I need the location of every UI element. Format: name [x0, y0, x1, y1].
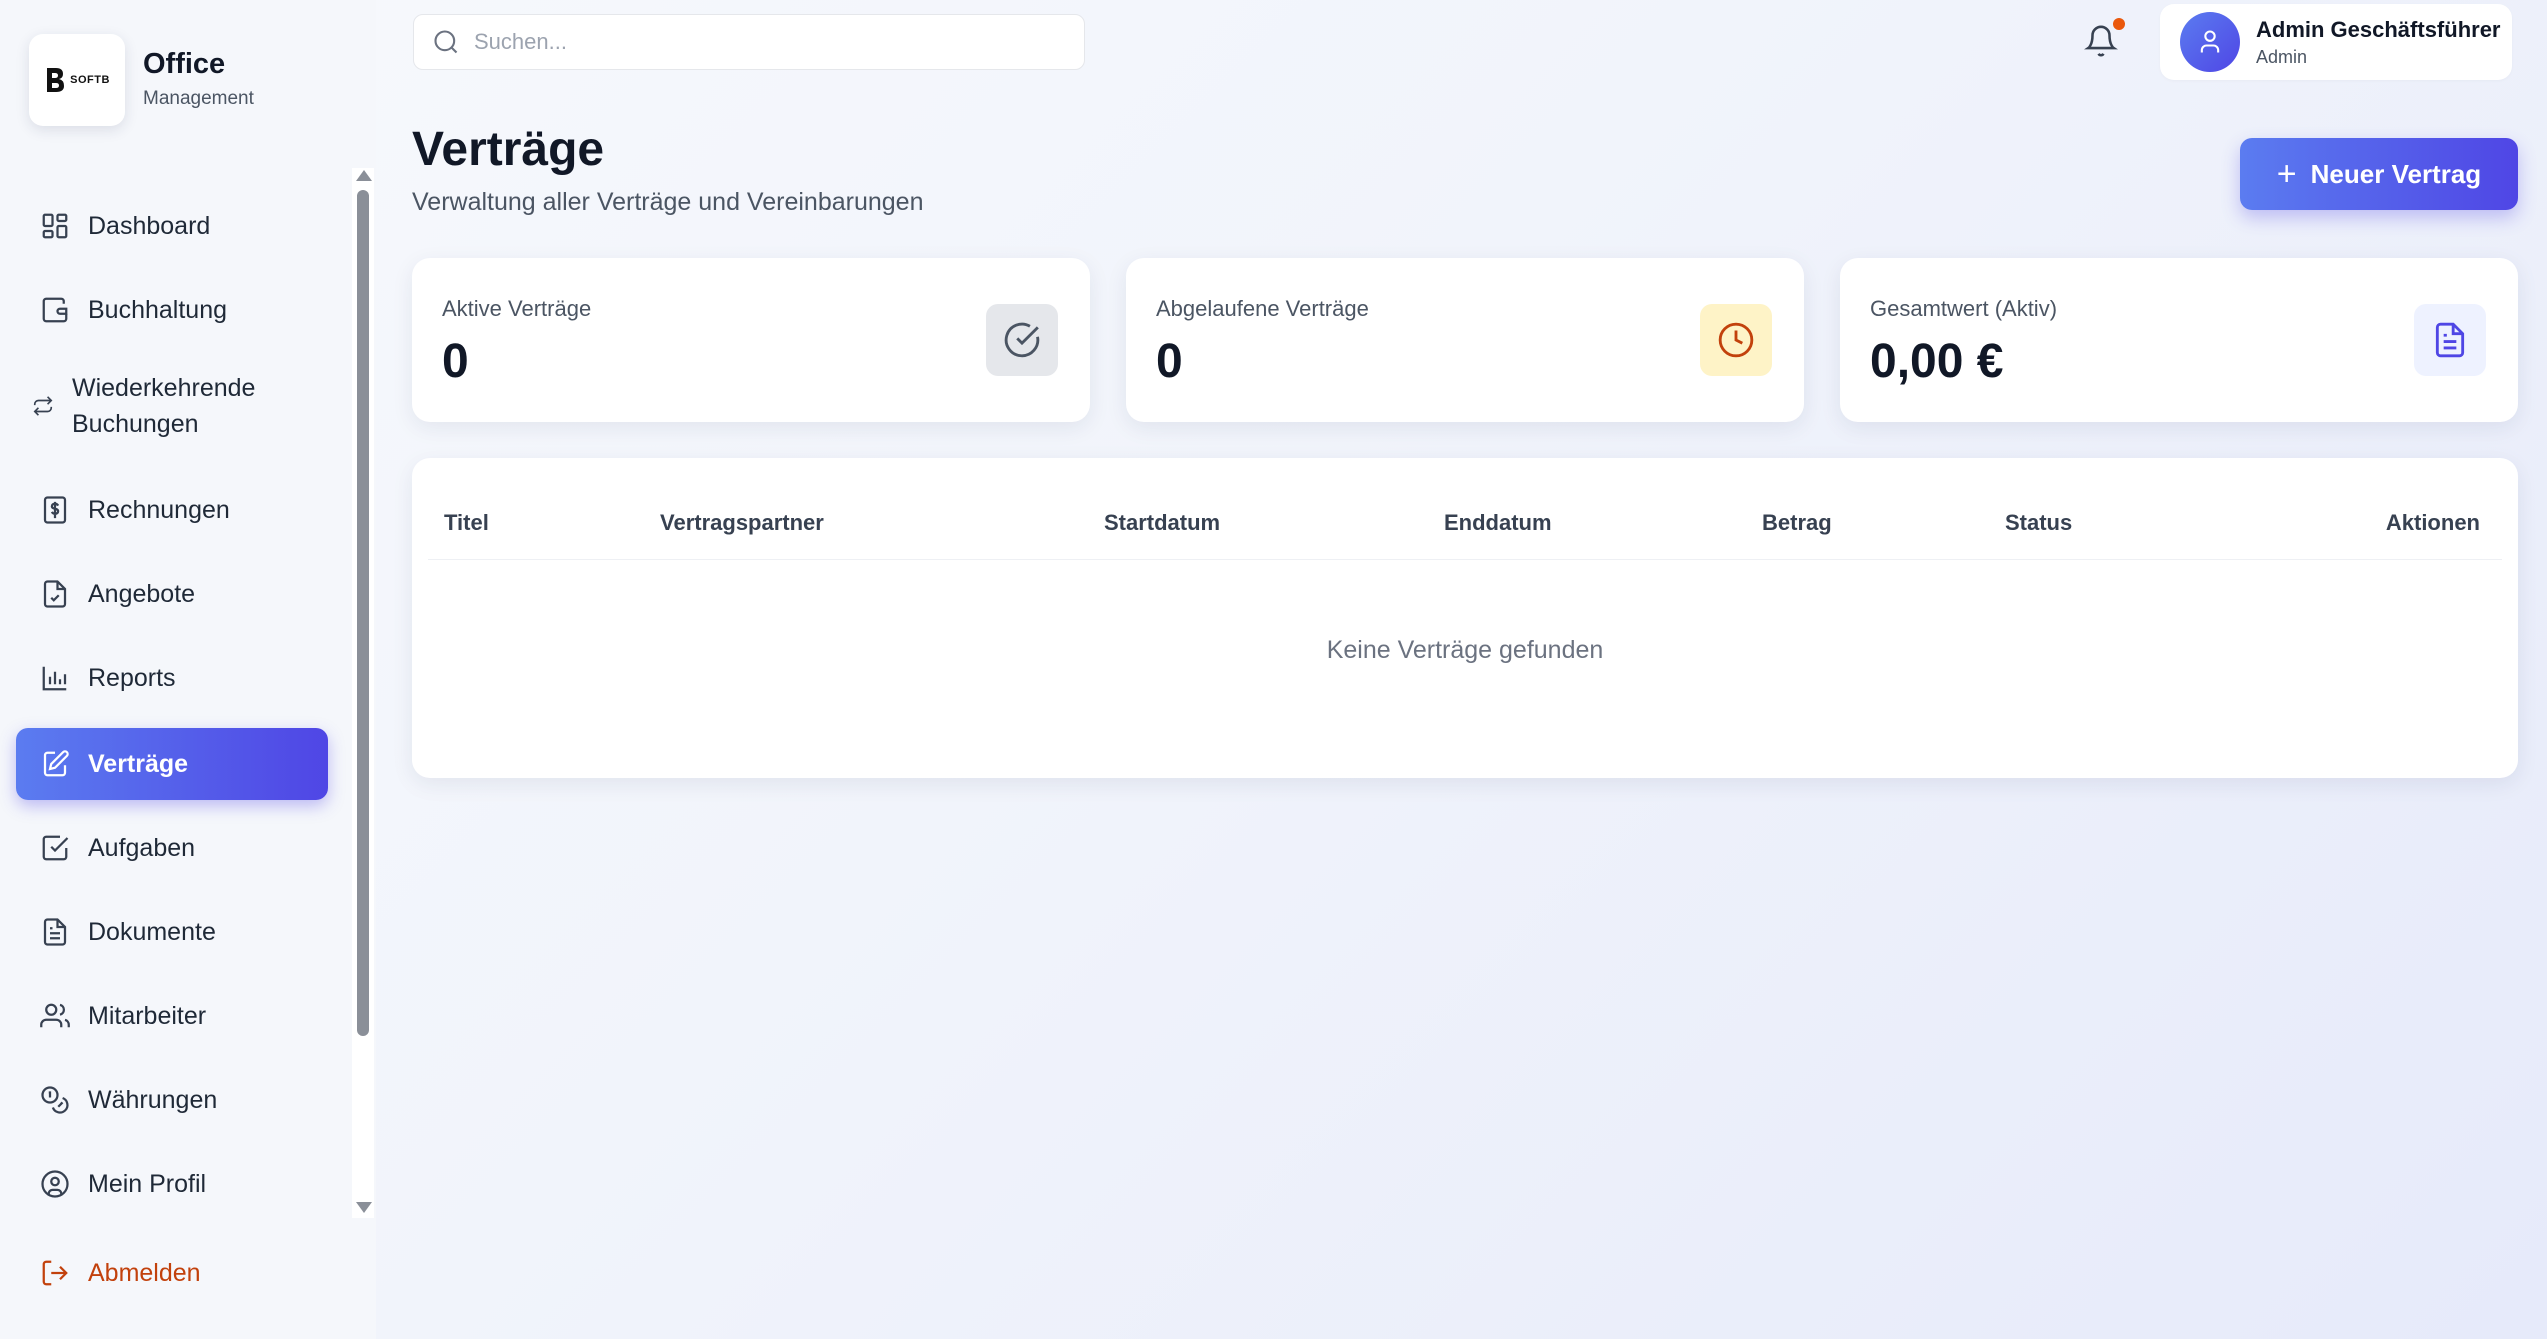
check-circle-icon	[1004, 322, 1040, 358]
logout-label: Abmelden	[88, 1258, 201, 1287]
column-header-vertragspartner[interactable]: Vertragspartner	[660, 510, 824, 536]
receipt-icon	[43, 496, 67, 524]
sidebar-item-label: Angebote	[88, 579, 196, 608]
search-icon	[434, 30, 458, 54]
sidebar-item-label: Rechnungen	[88, 495, 230, 524]
brand-subtitle: Management	[143, 88, 254, 109]
repeat-icon	[33, 396, 53, 416]
column-header-status[interactable]: Status	[2005, 510, 2072, 536]
stat-label: Abgelaufene Verträge	[1156, 296, 1369, 321]
sidebar-item-dokumente[interactable]: Dokumente	[16, 896, 328, 968]
stat-value: 0,00 €	[1870, 335, 2004, 388]
coins-icon	[41, 1086, 69, 1114]
sidebar-nav: Dashboard Buchhaltung Wiederkehrende Buc…	[16, 182, 328, 1212]
document-icon	[2435, 322, 2465, 358]
user-role: Admin	[2256, 46, 2308, 67]
scroll-down-arrow-icon[interactable]	[356, 1202, 372, 1213]
sidebar-item-aufgaben[interactable]: Aufgaben	[16, 812, 328, 884]
stat-card-expired-contracts: Abgelaufene Verträge 0	[1126, 258, 1804, 422]
sidebar-item-reports[interactable]: Reports	[16, 642, 328, 714]
logout-icon	[42, 1260, 68, 1286]
sidebar-item-label: Buchhaltung	[88, 295, 228, 324]
column-header-enddatum[interactable]: Enddatum	[1444, 510, 1552, 536]
new-contract-button[interactable]: + Neuer Vertrag	[2240, 138, 2518, 210]
new-contract-button-label: Neuer Vertrag	[2310, 158, 2482, 189]
stat-label: Aktive Verträge	[442, 296, 592, 321]
sidebar-item-dashboard[interactable]: Dashboard	[16, 190, 328, 262]
sidebar-item-wiederkehrende-buchungen[interactable]: Wiederkehrende Buchungen	[16, 358, 328, 454]
avatar	[2180, 12, 2240, 72]
sidebar-item-label: Aufgaben	[88, 833, 196, 862]
column-header-betrag[interactable]: Betrag	[1762, 510, 1832, 536]
sidebar-item-angebote[interactable]: Angebote	[16, 558, 328, 630]
sidebar-item-label: Wiederkehrende Buchungen	[72, 374, 256, 438]
sidebar-item-rechnungen[interactable]: Rechnungen	[16, 474, 328, 546]
empty-state-text: Keine Verträge gefunden	[1326, 636, 1604, 664]
user-menu[interactable]: Admin Geschäftsführer Admin	[2160, 4, 2512, 80]
brand-logo-icon	[47, 68, 65, 92]
contracts-table: Titel Vertragspartner Startdatum Enddatu…	[412, 458, 2518, 778]
brand-logo-text: SOFTB	[70, 74, 110, 86]
file-check-icon	[43, 580, 67, 608]
stat-value: 0	[442, 335, 469, 388]
search-bar[interactable]	[413, 14, 1085, 70]
sidebar-item-label: Reports	[88, 663, 176, 692]
checkbox-icon	[42, 835, 69, 861]
sidebar-item-label: Währungen	[88, 1085, 218, 1114]
stat-card-total-value: Gesamtwert (Aktiv) 0,00 €	[1840, 258, 2518, 422]
sidebar-item-label: Mitarbeiter	[88, 1001, 207, 1030]
stat-icon-box	[2414, 304, 2486, 376]
dashboard-icon	[42, 213, 68, 239]
users-icon	[40, 1003, 70, 1028]
column-header-aktionen[interactable]: Aktionen	[2386, 510, 2480, 536]
scroll-up-arrow-icon[interactable]	[356, 170, 372, 181]
sidebar-item-waehrungen[interactable]: Währungen	[16, 1064, 328, 1136]
document-icon	[43, 918, 67, 946]
sidebar-item-label: Dokumente	[88, 917, 216, 946]
sidebar-scrollbar-thumb[interactable]	[357, 190, 369, 1036]
sidebar-item-vertraege[interactable]: Verträge	[16, 728, 328, 800]
user-circle-icon	[41, 1170, 69, 1198]
brand-title: Office	[143, 48, 226, 80]
sidebar-item-mein-profil[interactable]: Mein Profil	[16, 1148, 328, 1220]
table-header: Titel Vertragspartner Startdatum Enddatu…	[428, 498, 2502, 560]
page-subtitle: Verwaltung aller Verträge und Vereinbaru…	[412, 188, 924, 216]
column-header-titel[interactable]: Titel	[444, 510, 489, 536]
stat-value: 0	[1156, 335, 1183, 388]
logout-button[interactable]: Abmelden	[40, 1258, 201, 1288]
notification-bell-icon[interactable]	[2084, 24, 2118, 58]
user-name: Admin Geschäftsführer	[2256, 16, 2501, 42]
plus-icon: +	[2276, 155, 2297, 193]
stat-card-active-contracts: Aktive Verträge 0	[412, 258, 1090, 422]
user-icon	[2200, 30, 2220, 53]
sidebar-item-buchhaltung[interactable]: Buchhaltung	[16, 274, 328, 346]
stat-icon-box	[986, 304, 1058, 376]
page-title: Verträge	[412, 123, 605, 176]
column-header-startdatum[interactable]: Startdatum	[1104, 510, 1220, 536]
search-input[interactable]	[474, 29, 1054, 55]
clock-icon	[1718, 322, 1754, 358]
stat-label: Gesamtwert (Aktiv)	[1870, 296, 2058, 321]
sidebar: SOFTB Office Management Dashboard Buchha…	[0, 0, 376, 1339]
sidebar-item-label: Dashboard	[88, 211, 211, 240]
brand-logo[interactable]: SOFTB	[29, 34, 125, 126]
stat-icon-box	[1700, 304, 1772, 376]
sidebar-item-mitarbeiter[interactable]: Mitarbeiter	[16, 980, 328, 1052]
sidebar-item-label: Mein Profil	[88, 1169, 207, 1198]
bar-chart-icon	[42, 666, 67, 691]
sidebar-item-label: Verträge	[88, 749, 189, 778]
notification-dot	[2113, 18, 2125, 30]
edit-file-icon	[43, 750, 69, 777]
wallet-icon	[42, 297, 68, 323]
